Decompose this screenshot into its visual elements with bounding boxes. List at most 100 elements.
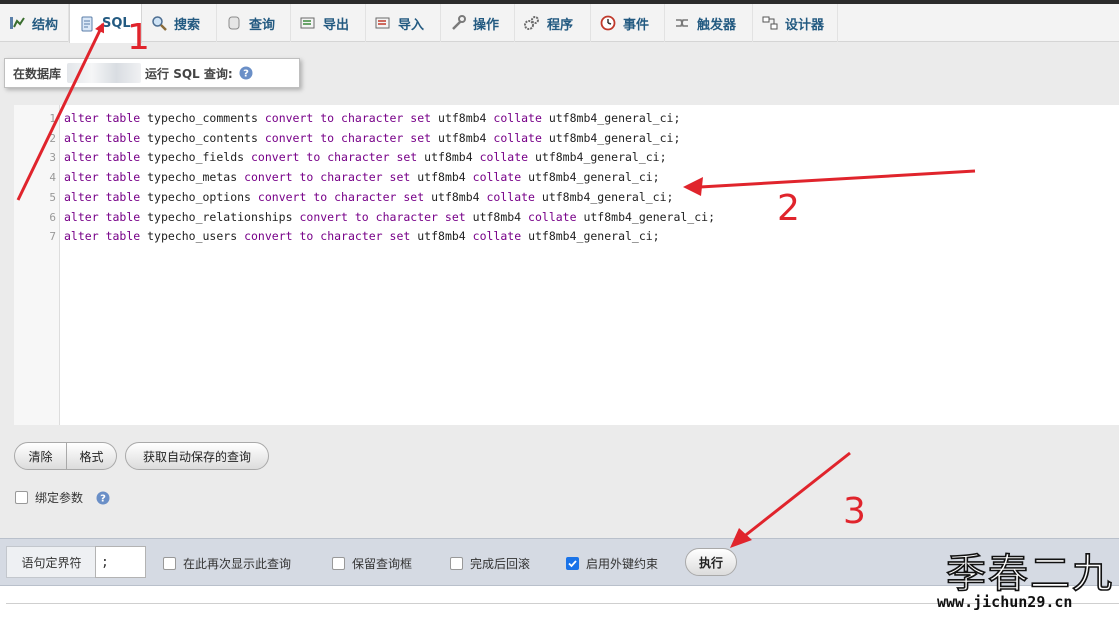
sql-keyword: alter: [64, 111, 99, 125]
sql-keyword: table: [105, 190, 141, 204]
sql-keyword: character: [320, 170, 383, 184]
line-number: 4: [49, 171, 56, 184]
watermark-url: www.jichun29.cn: [937, 593, 1073, 611]
tab-search[interactable]: 搜索: [142, 4, 217, 42]
tab-export[interactable]: 导出: [291, 4, 366, 42]
search-icon: [151, 15, 167, 31]
delimiter-input[interactable]: [95, 546, 146, 578]
tab-label: 查询: [249, 17, 276, 33]
legend-prefix: 在数据库: [13, 66, 62, 81]
help-icon[interactable]: ?: [239, 66, 253, 80]
sql-keyword: collate: [493, 111, 542, 125]
tab-label: 操作: [473, 17, 500, 33]
sql-keyword: character: [375, 210, 438, 224]
retain-query-box-option[interactable]: 保留查询框: [332, 555, 412, 572]
sql-keyword: set: [396, 150, 418, 164]
help-icon[interactable]: ?: [96, 491, 110, 505]
tab-routines[interactable]: 程序: [515, 4, 591, 42]
query-icon: [226, 15, 242, 31]
triggers-icon: [674, 15, 690, 31]
events-icon: [600, 15, 616, 31]
import-icon: [375, 15, 391, 31]
watermark-title: 季春二九: [945, 550, 1114, 598]
sql-keyword: character: [327, 150, 390, 164]
svg-text:?: ?: [243, 69, 249, 80]
tab-label: 导出: [323, 17, 350, 33]
sql-keyword: to: [320, 111, 335, 125]
routines-icon: [524, 15, 540, 31]
sql-keyword: collate: [472, 229, 522, 243]
line-number: 1: [49, 112, 56, 125]
get-autosaved-query-button[interactable]: 获取自动保存的查询: [125, 442, 269, 470]
phpmyadmin-sql-page: 结构 SQL 搜索 查询 导出 导入 操作 程序 事件 触发器 设计器 在数据库…: [0, 0, 1119, 617]
sql-keyword: convert: [264, 111, 314, 125]
tab-designer[interactable]: 设计器: [753, 4, 838, 42]
sql-keyword: to: [299, 229, 314, 243]
sql-keyword: to: [313, 190, 328, 204]
bind-parameters-checkbox[interactable]: [15, 491, 28, 504]
sql-keyword: to: [320, 131, 335, 145]
sql-keyword: convert: [244, 229, 293, 243]
format-button[interactable]: 格式: [67, 442, 117, 470]
sql-keyword: character: [334, 190, 397, 204]
tab-import[interactable]: 导入: [366, 4, 441, 42]
run-sql-legend: 在数据库 运行 SQL 查询: ?: [4, 58, 300, 88]
legend-suffix: 运行 SQL 查询:: [145, 66, 233, 81]
rollback-option[interactable]: 完成后回滚: [450, 555, 530, 572]
foreign-key-checks-option[interactable]: 启用外键约束: [566, 555, 658, 572]
show-query-again-label: 在此再次显示此查询: [183, 557, 292, 571]
sql-keyword: to: [299, 170, 314, 184]
sql-keyword: convert: [299, 210, 348, 224]
bind-parameters-option[interactable]: 绑定参数 ?: [15, 489, 110, 506]
sql-keyword: alter: [64, 210, 99, 224]
sql-icon: [79, 16, 95, 32]
sql-keyword: set: [444, 210, 466, 224]
sql-editor[interactable]: 1 2 3 4 5 6 7 alter table typecho_commen…: [14, 105, 1119, 425]
line-number-gutter: 1 2 3 4 5 6 7: [14, 105, 60, 425]
tab-label: 导入: [398, 17, 425, 33]
annotation-number-3: 3: [843, 491, 866, 532]
tab-structure[interactable]: 结构: [0, 4, 69, 42]
sql-line: alter table typecho_relationships conver…: [64, 210, 716, 224]
sql-keyword: alter: [64, 170, 99, 184]
tab-label: 设计器: [785, 17, 825, 33]
tab-label: 触发器: [697, 17, 737, 33]
sql-keyword: convert: [244, 170, 293, 184]
show-query-again-option[interactable]: 在此再次显示此查询: [163, 555, 291, 572]
tab-label: 程序: [547, 17, 574, 33]
sql-keyword: alter: [64, 150, 99, 164]
tab-triggers[interactable]: 触发器: [665, 4, 753, 42]
rollback-checkbox[interactable]: [450, 557, 463, 570]
line-number: 5: [49, 191, 56, 204]
line-number: 2: [49, 132, 56, 145]
annotation-number-1: 1: [127, 17, 150, 58]
tab-label: 结构: [32, 17, 59, 33]
execute-button[interactable]: 执行: [685, 548, 737, 576]
sql-keyword: convert: [251, 150, 300, 164]
show-query-again-checkbox[interactable]: [163, 557, 176, 570]
sql-keyword: alter: [64, 229, 99, 243]
sql-line: alter table typecho_options convert to c…: [64, 190, 674, 204]
rollback-label: 完成后回滚: [470, 557, 531, 571]
sql-keyword: table: [105, 150, 141, 164]
sql-keyword: table: [105, 229, 141, 243]
sql-keyword: table: [105, 111, 141, 125]
sql-keyword: to: [306, 150, 321, 164]
sql-line: alter table typecho_metas convert to cha…: [64, 170, 660, 184]
sql-keyword: collate: [486, 190, 535, 204]
retain-query-box-label: 保留查询框: [352, 557, 413, 571]
checkmark-icon: [568, 560, 577, 568]
sql-line: alter table typecho_comments convert to …: [64, 111, 681, 125]
tab-events[interactable]: 事件: [591, 4, 665, 42]
bind-parameters-label: 绑定参数: [35, 491, 84, 505]
foreign-key-checks-checkbox[interactable]: [566, 557, 579, 570]
clear-button[interactable]: 清除: [14, 442, 67, 470]
svg-text:?: ?: [100, 493, 106, 504]
tab-query[interactable]: 查询: [217, 4, 291, 42]
tab-operations[interactable]: 操作: [441, 4, 515, 42]
database-name-redacted: [67, 63, 142, 83]
delimiter-label: 语句定界符: [6, 546, 96, 578]
retain-query-box-checkbox[interactable]: [332, 557, 345, 570]
designer-icon: [762, 15, 778, 31]
sql-keyword: alter: [64, 190, 99, 204]
